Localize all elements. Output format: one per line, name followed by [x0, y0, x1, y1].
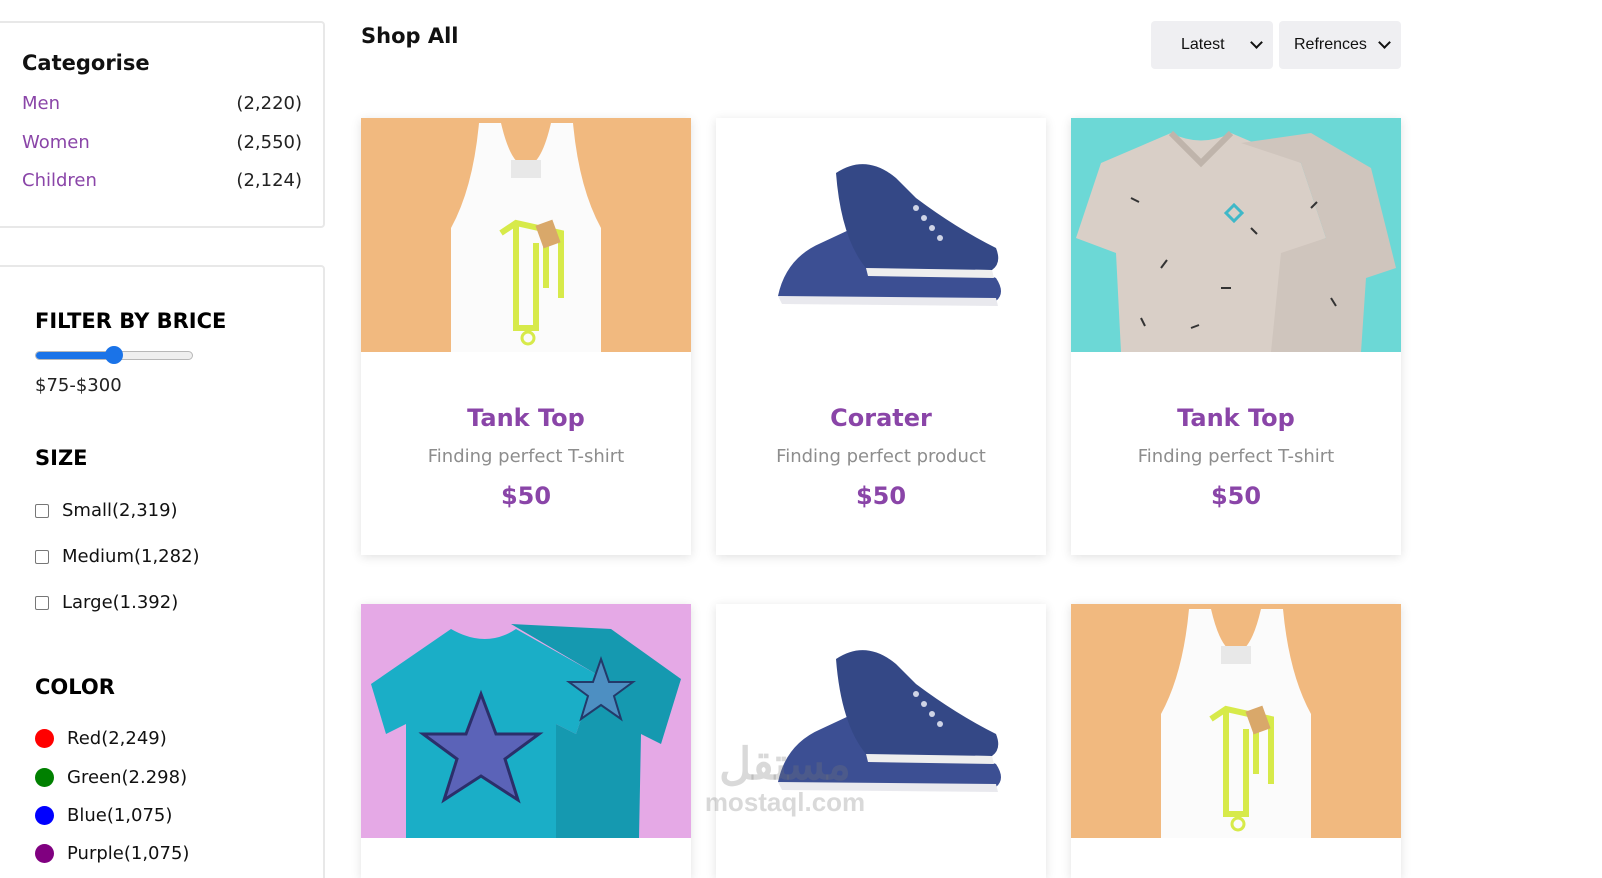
size-label: Medium(1,282): [62, 546, 200, 567]
categories-title: Categorise: [22, 51, 150, 75]
product-image[interactable]: [361, 118, 691, 352]
category-label[interactable]: Children: [22, 170, 97, 191]
categories-panel: Categorise Men (2,220) Women (2,550) Chi…: [0, 21, 325, 228]
sort-select[interactable]: Latest: [1151, 21, 1273, 69]
color-option-blue[interactable]: Blue(1,075): [35, 805, 172, 826]
product-card[interactable]: [1071, 604, 1401, 878]
size-label: Large(1.392): [62, 592, 179, 613]
product-image[interactable]: [716, 118, 1046, 352]
size-checkbox[interactable]: [35, 595, 49, 610]
category-count: (2,220): [236, 93, 302, 114]
filters-panel: FILTER BY BRICE $75-$300 SIZE Small(2,31…: [0, 265, 325, 878]
color-label: Green(2.298): [67, 767, 188, 788]
product-price: $50: [500, 482, 552, 510]
product-price: $50: [855, 482, 907, 510]
product-card[interactable]: [361, 604, 691, 878]
size-option-large[interactable]: Large(1.392): [35, 592, 178, 613]
product-image[interactable]: [1071, 118, 1401, 352]
product-name[interactable]: Tank Top: [1071, 404, 1401, 432]
size-label: Small(2,319): [62, 500, 178, 521]
color-option-purple[interactable]: Purple(1,075): [35, 843, 189, 864]
price-range-text: $75-$300: [35, 375, 122, 396]
color-title: COLOR: [35, 675, 115, 699]
size-checkbox[interactable]: [35, 503, 49, 518]
product-image[interactable]: [361, 604, 691, 838]
color-swatch[interactable]: [35, 844, 54, 863]
color-label: Red(2,249): [67, 728, 167, 749]
page-title: Shop All: [361, 24, 459, 48]
color-swatch[interactable]: [35, 768, 54, 787]
category-item-women[interactable]: Women (2,550): [22, 132, 302, 153]
category-count: (2,550): [236, 132, 302, 153]
category-count: (2,124): [236, 170, 302, 191]
watermark-arabic: مستقل: [719, 740, 851, 789]
category-item-men[interactable]: Men (2,220): [22, 93, 302, 114]
product-name[interactable]: Tank Top: [361, 404, 691, 432]
color-option-green[interactable]: Green(2.298): [35, 767, 187, 788]
watermark-latin: mostaql.com: [704, 787, 866, 817]
color-swatch[interactable]: [35, 729, 54, 748]
category-label[interactable]: Men: [22, 93, 60, 114]
size-option-small[interactable]: Small(2,319): [35, 500, 178, 521]
category-item-children[interactable]: Children (2,124): [22, 170, 302, 191]
product-card[interactable]: Tank Top Finding perfect T-shirt $50: [361, 118, 691, 555]
product-card[interactable]: Tank Top Finding perfect T-shirt $50: [1071, 118, 1401, 555]
size-checkbox[interactable]: [35, 549, 49, 564]
product-image[interactable]: [1071, 604, 1401, 838]
price-filter-title: FILTER BY BRICE: [35, 309, 227, 333]
references-select-value: Refrences: [1294, 36, 1367, 53]
size-option-medium[interactable]: Medium(1,282): [35, 546, 200, 567]
price-slider[interactable]: [35, 346, 193, 364]
sort-select-value: Latest: [1181, 36, 1225, 53]
color-label: Blue(1,075): [67, 805, 173, 826]
product-card[interactable]: Corater Finding perfect product $50: [716, 118, 1046, 555]
color-option-red[interactable]: Red(2,249): [35, 728, 167, 749]
price-slider-thumb[interactable]: [105, 346, 123, 364]
product-description: Finding perfect T-shirt: [427, 446, 625, 467]
references-select[interactable]: Refrences: [1279, 21, 1401, 69]
chevron-down-icon: [1250, 36, 1263, 49]
product-price: $50: [1210, 482, 1262, 510]
product-description: Finding perfect T-shirt: [1137, 446, 1335, 467]
chevron-down-icon: [1378, 36, 1391, 49]
category-label[interactable]: Women: [22, 132, 90, 153]
color-label: Purple(1,075): [67, 843, 190, 864]
watermark-logo: مستقل mostaql.com: [690, 740, 880, 817]
size-title: SIZE: [35, 446, 88, 470]
price-slider-fill: [36, 352, 114, 359]
product-name[interactable]: Corater: [716, 404, 1046, 432]
color-swatch[interactable]: [35, 806, 54, 825]
product-description: Finding perfect product: [776, 446, 986, 467]
